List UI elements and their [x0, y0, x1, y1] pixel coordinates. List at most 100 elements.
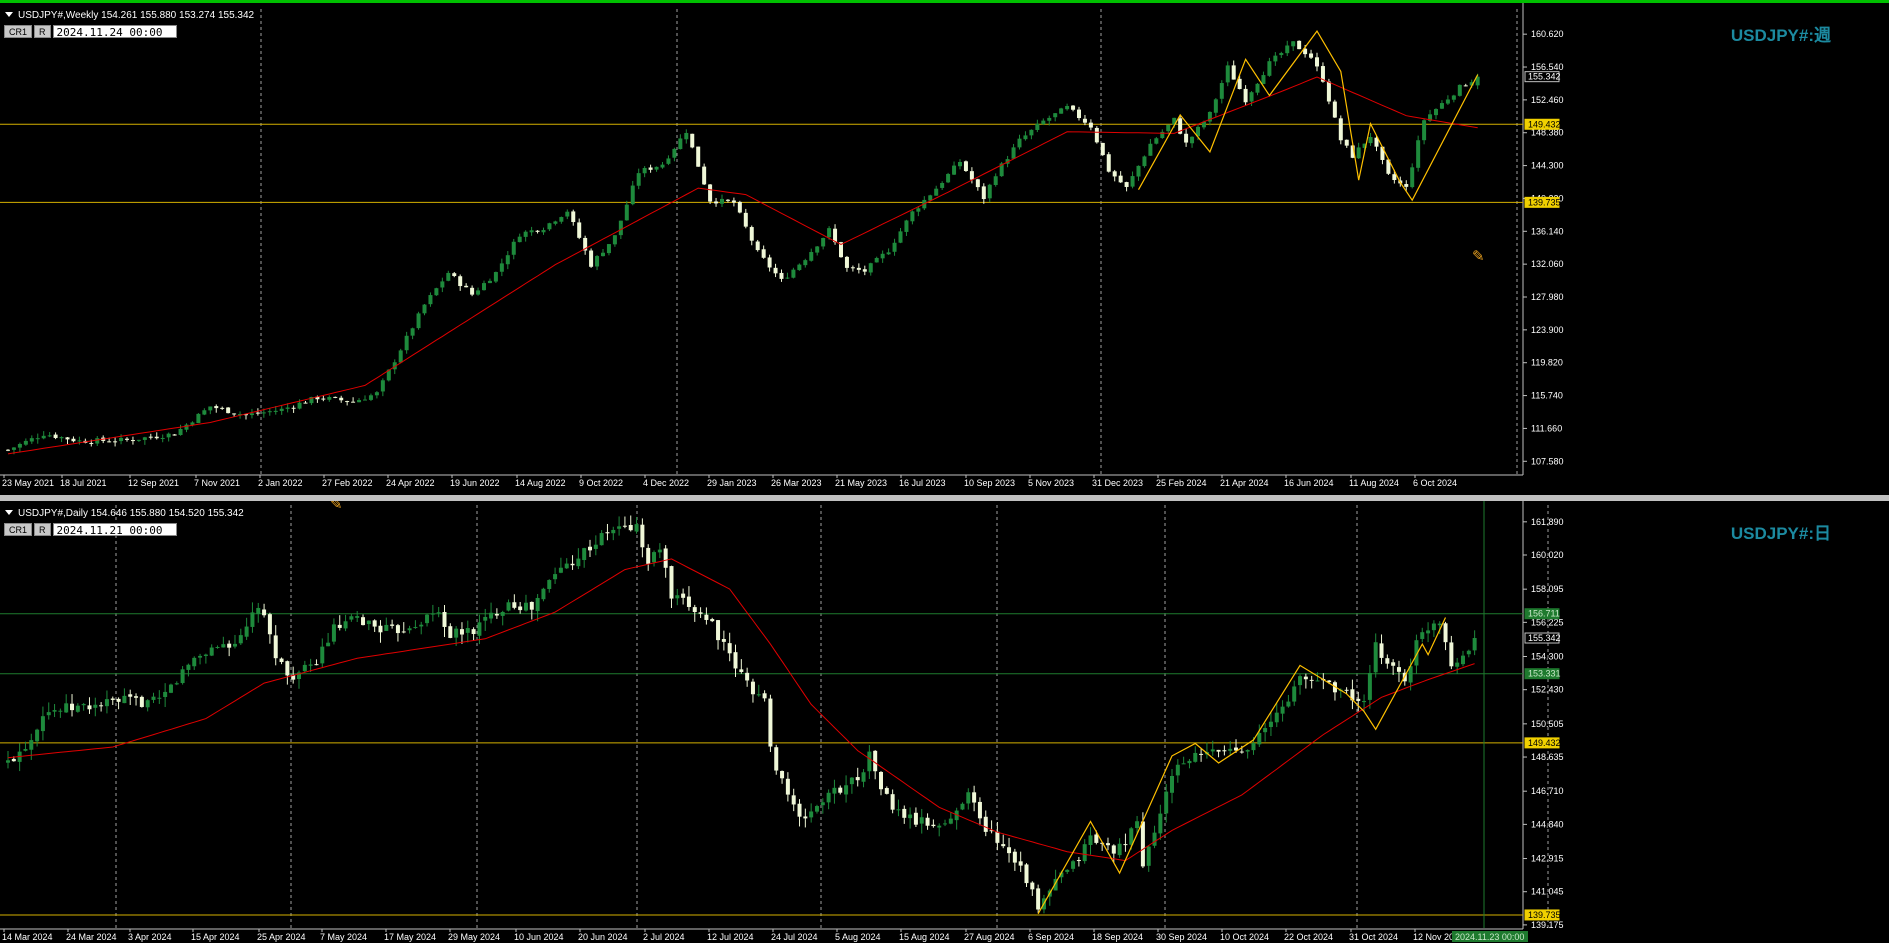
candle-body [23, 749, 28, 751]
candle-body [321, 398, 326, 400]
candle-body [523, 231, 528, 237]
candle-body [1315, 680, 1320, 682]
candle-body [314, 664, 319, 666]
candle-body [333, 396, 338, 398]
candle-body [547, 580, 552, 589]
candle-body [1213, 99, 1218, 113]
weekly-datetime-field[interactable]: 2024.11.24 00:00 [52, 25, 177, 39]
candle-body [1216, 749, 1221, 752]
candle-body [238, 635, 243, 644]
candle-body [862, 269, 867, 272]
time-axis-label: 10 Jun 2024 [514, 932, 564, 942]
weekly-r-button[interactable]: R [34, 25, 51, 38]
daily-chart-canvas[interactable]: 161.890160.020158.095156.225154.300152.4… [0, 501, 1889, 943]
candle-body [975, 179, 980, 188]
weekly-chart-panel[interactable]: 160.620156.540152.460148.380144.300140.2… [0, 0, 1889, 495]
price-axis-label: 158.095 [1531, 584, 1564, 594]
candle-body [303, 402, 308, 404]
time-axis-label: 30 Sep 2024 [1156, 932, 1207, 942]
candle-body [148, 436, 153, 438]
daily-watermark-title: USDJPY#:日 [1730, 524, 1831, 543]
candle-body [345, 401, 350, 403]
candle-body [40, 716, 45, 732]
candle-body [1225, 65, 1230, 83]
candle-body [1449, 642, 1454, 667]
candle-body [601, 252, 605, 257]
candle-body [925, 817, 930, 826]
weekly-pencil-icon[interactable]: ✎ [1472, 247, 1485, 265]
candle-body [262, 609, 267, 616]
time-axis-label: 24 Jul 2024 [771, 932, 818, 942]
candle-body [913, 812, 918, 825]
weekly-header: USDJPY#,Weekly 154.261 155.880 153.274 1… [5, 10, 254, 21]
candle-body [104, 699, 109, 707]
candle-body [809, 252, 814, 261]
candle-body [628, 524, 633, 531]
candle-body [227, 643, 232, 648]
candle-body [952, 165, 957, 175]
daily-r-button[interactable]: R [34, 523, 51, 536]
candle-body [500, 611, 505, 616]
weekly-header-text: USDJPY#,Weekly 154.261 155.880 153.274 1… [18, 10, 255, 21]
candle-body [279, 408, 284, 412]
weekly-chart-canvas[interactable]: 160.620156.540152.460148.380144.300140.2… [0, 3, 1889, 495]
candle-body [666, 158, 671, 164]
daily-chart-panel[interactable]: 161.890 160.020 158.095 156.225 154.300 152.4… [0, 501, 1889, 943]
candle-body [892, 242, 897, 252]
candle-body [1181, 763, 1186, 765]
candle-body [861, 772, 866, 782]
candle-body [634, 524, 639, 532]
candle-body [535, 230, 540, 232]
candle-body [1035, 123, 1040, 130]
candle-body [960, 803, 965, 810]
candle-body [1466, 650, 1471, 655]
candle-body [404, 335, 409, 351]
candle-body [482, 283, 486, 291]
candle-body [215, 647, 220, 649]
candle-body [803, 260, 808, 266]
candle-body [1210, 749, 1215, 752]
daily-level-139-tag-text: 139.735 [1528, 910, 1561, 920]
daily-cr1-button[interactable]: CR1 [4, 523, 33, 536]
candle-body [1338, 118, 1343, 141]
weekly-cr1-button[interactable]: CR1 [4, 25, 33, 38]
candle-body [151, 696, 156, 700]
candle-body [1184, 133, 1189, 143]
collapse-triangle-icon[interactable] [5, 12, 13, 17]
candle-body [221, 644, 226, 648]
candle-body [494, 613, 499, 616]
time-axis-label: 27 Feb 2022 [322, 478, 373, 488]
candle-body [617, 526, 622, 529]
price-axis-label: 119.820 [1531, 358, 1563, 368]
candle-body [850, 267, 855, 269]
candle-body [809, 811, 814, 818]
candle-body [93, 704, 98, 708]
candle-body [107, 441, 112, 443]
daily-datetime-field[interactable]: 2024.11.21 00:00 [52, 523, 177, 537]
candle-body [963, 161, 968, 172]
candle-body [886, 252, 891, 255]
price-axis-label: 142.915 [1531, 854, 1564, 864]
candle-body [464, 285, 469, 288]
candle-body [1136, 165, 1141, 177]
daily-pencil-icon[interactable]: ✎ [330, 501, 343, 513]
time-axis-label: 24 Mar 2024 [66, 932, 117, 942]
price-axis-label: 144.840 [1531, 819, 1564, 829]
time-axis-label: 9 Oct 2022 [579, 478, 623, 488]
daily-controls: CR1 R 2024.11.21 00:00 [4, 523, 177, 537]
candle-body [160, 437, 165, 439]
daily-current-price-tag-text: 155.342 [1528, 633, 1561, 643]
candle-body [23, 440, 28, 445]
candle-body [529, 601, 534, 610]
time-axis-label: 7 May 2024 [320, 932, 367, 942]
candle-body [1158, 813, 1163, 834]
candle-body [125, 438, 129, 440]
candle-body [564, 563, 569, 569]
candle-body [1111, 845, 1116, 854]
candle-body [797, 803, 802, 817]
candle-body [756, 694, 761, 696]
collapse-triangle-icon[interactable] [5, 510, 13, 515]
candle-body [731, 200, 736, 203]
candle-body [1279, 53, 1284, 56]
candle-body [874, 257, 879, 263]
